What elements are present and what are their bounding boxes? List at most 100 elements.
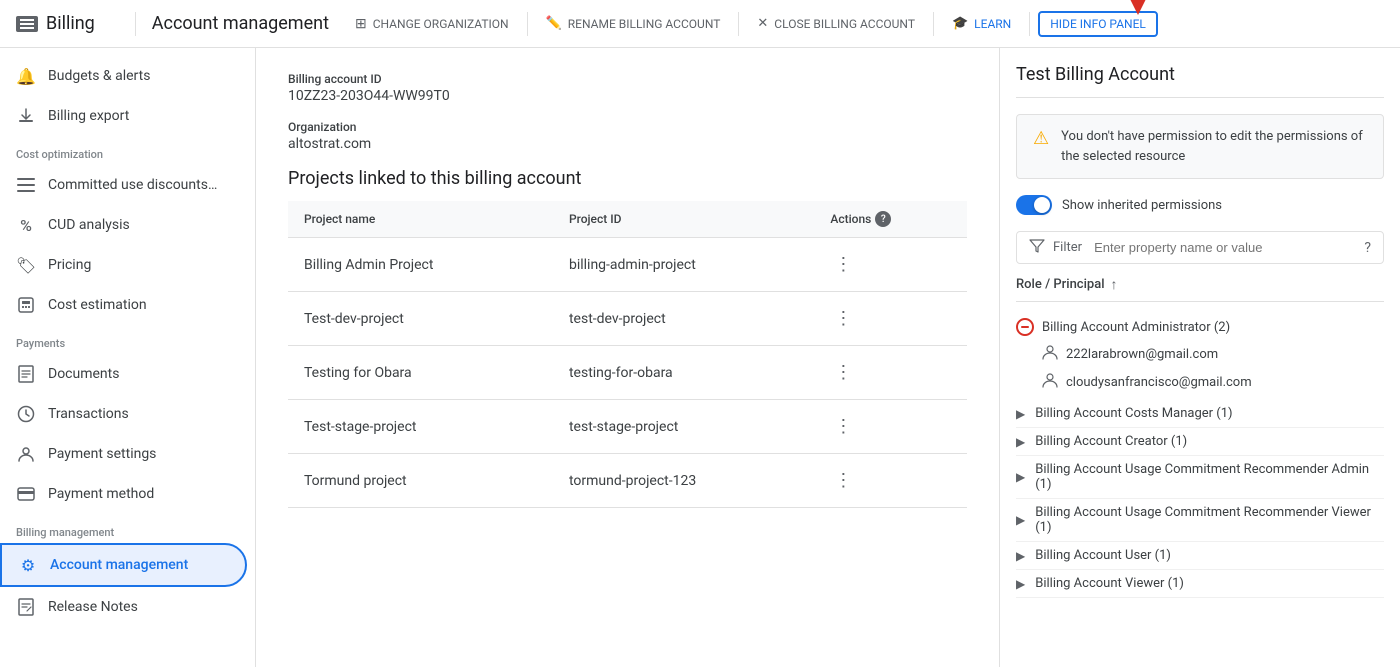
- role-billing-admin-name: Billing Account Administrator (2): [1042, 320, 1230, 335]
- sidebar-item-transactions-label: Transactions: [48, 406, 231, 422]
- role-header: Role / Principal ↑: [1016, 276, 1384, 302]
- divider-3: [933, 12, 934, 36]
- divider-4: [1029, 12, 1030, 36]
- more-options-button[interactable]: ⋮: [830, 412, 856, 441]
- card-icon: [16, 484, 36, 504]
- col-project-id: Project ID: [553, 201, 814, 238]
- section-title: Account management: [152, 13, 329, 34]
- pencil-icon: ✏️: [546, 16, 562, 31]
- sidebar-item-committed-label: Committed use discounts…: [48, 177, 231, 193]
- main-layout: 🔔 Budgets & alerts Billing export Cost o…: [0, 48, 1400, 667]
- sidebar-item-payment-settings-label: Payment settings: [48, 446, 231, 462]
- gear-icon: ⚙: [18, 555, 38, 575]
- sidebar-item-cost-estimation-label: Cost estimation: [48, 297, 231, 313]
- filter-help-icon[interactable]: ?: [1364, 240, 1371, 256]
- rename-button[interactable]: ✏️ RENAME BILLING ACCOUNT: [536, 10, 731, 37]
- table-header-row: Project name Project ID Actions ?: [288, 201, 967, 238]
- actions-cell: ⋮: [814, 238, 967, 292]
- divider: [135, 12, 136, 36]
- role-billing-usage-viewer: ▶ Billing Account Usage Commitment Recom…: [1016, 499, 1384, 542]
- learn-button[interactable]: 🎓 LEARN: [942, 10, 1021, 37]
- learn-label: LEARN: [974, 17, 1011, 31]
- project-id-cell: test-stage-project: [553, 400, 814, 454]
- sidebar-item-budgets-label: Budgets & alerts: [48, 68, 231, 84]
- billing-id-label: Billing account ID: [288, 72, 967, 86]
- more-options-button[interactable]: ⋮: [830, 466, 856, 495]
- sidebar-item-release-notes[interactable]: Release Notes: [0, 587, 247, 627]
- hide-info-panel-button[interactable]: HIDE INFO PANEL: [1038, 11, 1158, 37]
- warning-text: You don't have permission to edit the pe…: [1061, 127, 1367, 166]
- organization-value: altostrat.com: [288, 136, 967, 152]
- sidebar-item-billing-export[interactable]: Billing export: [0, 96, 247, 136]
- role-name[interactable]: Billing Account Costs Manager (1): [1035, 406, 1232, 421]
- warning-icon: ⚠: [1033, 128, 1049, 149]
- triangle-icon: ▶: [1016, 549, 1025, 563]
- sidebar-item-cud[interactable]: % CUD analysis: [0, 205, 247, 245]
- table-row: Test-stage-project test-stage-project ⋮: [288, 400, 967, 454]
- project-name-cell: Test-stage-project: [288, 400, 553, 454]
- col-actions: Actions ?: [814, 201, 967, 238]
- actions-cell: ⋮: [814, 454, 967, 508]
- sidebar-item-cost-estimation[interactable]: Cost estimation: [0, 285, 247, 325]
- sidebar-item-documents-label: Documents: [48, 366, 231, 382]
- sidebar-item-documents[interactable]: Documents: [0, 354, 247, 394]
- sidebar-item-transactions[interactable]: Transactions: [0, 394, 247, 434]
- toggle-knob: [1034, 197, 1050, 213]
- filter-input[interactable]: [1094, 240, 1356, 255]
- sidebar-item-committed[interactable]: Committed use discounts…: [0, 165, 247, 205]
- table-row: Tormund project tormund-project-123 ⋮: [288, 454, 967, 508]
- change-org-label: CHANGE ORGANIZATION: [373, 17, 509, 31]
- project-name-cell: Tormund project: [288, 454, 553, 508]
- actions-cell: ⋮: [814, 346, 967, 400]
- sidebar-item-account-management[interactable]: ⚙ Account management: [0, 543, 247, 587]
- sidebar-item-payment-method[interactable]: Payment method: [0, 474, 247, 514]
- billing-management-section-label: Billing management: [0, 514, 255, 543]
- projects-table-body: Billing Admin Project billing-admin-proj…: [288, 238, 967, 508]
- expand-line: [1021, 326, 1029, 328]
- role-name[interactable]: Billing Account Creator (1): [1035, 434, 1187, 449]
- role-name[interactable]: Billing Account Usage Commitment Recomme…: [1035, 462, 1384, 492]
- billing-icon: [16, 16, 38, 32]
- sidebar-item-cud-label: CUD analysis: [48, 217, 231, 233]
- role-billing-usage-admin: ▶ Billing Account Usage Commitment Recom…: [1016, 456, 1384, 499]
- sidebar-item-payment-settings[interactable]: Payment settings: [0, 434, 247, 474]
- role-name[interactable]: Billing Account Viewer (1): [1035, 576, 1184, 591]
- role-billing-costs-manager: ▶ Billing Account Costs Manager (1): [1016, 400, 1384, 428]
- sidebar-item-payment-method-label: Payment method: [48, 486, 231, 502]
- role-name[interactable]: Billing Account Usage Commitment Recomme…: [1035, 505, 1384, 535]
- member-row-2: cloudysanfrancisco@gmail.com: [1016, 368, 1384, 396]
- filter-row: Filter ?: [1016, 231, 1384, 264]
- triangle-icon: ▶: [1016, 513, 1025, 527]
- role-expand-icon: [1016, 318, 1034, 336]
- table-row: Test-dev-project test-dev-project ⋮: [288, 292, 967, 346]
- notes-icon: [16, 597, 36, 617]
- top-bar: Billing Account management ⊞ CHANGE ORGA…: [0, 0, 1400, 48]
- role-name[interactable]: Billing Account User (1): [1035, 548, 1171, 563]
- cost-optimization-section-label: Cost optimization: [0, 136, 255, 165]
- more-options-button[interactable]: ⋮: [830, 250, 856, 279]
- member-email-1: 222larabrown@gmail.com: [1066, 347, 1218, 362]
- divider-1: [527, 12, 528, 36]
- table-row: Testing for Obara testing-for-obara ⋮: [288, 346, 967, 400]
- close-billing-button[interactable]: ✕ CLOSE BILLING ACCOUNT: [747, 10, 925, 37]
- grid-icon: ⊞: [355, 16, 367, 32]
- sidebar-item-budgets[interactable]: 🔔 Budgets & alerts: [0, 56, 247, 96]
- organization-label: Organization: [288, 120, 967, 134]
- person-icon: [16, 444, 36, 464]
- sidebar-item-pricing[interactable]: 🏷 Pricing: [0, 245, 247, 285]
- table-row: Billing Admin Project billing-admin-proj…: [288, 238, 967, 292]
- more-options-button[interactable]: ⋮: [830, 304, 856, 333]
- change-org-button[interactable]: ⊞ CHANGE ORGANIZATION: [345, 10, 519, 38]
- filter-label: Filter: [1053, 240, 1082, 255]
- person-icon-1: [1042, 344, 1058, 364]
- actions-cell: ⋮: [814, 292, 967, 346]
- sidebar-item-billing-export-label: Billing export: [48, 108, 231, 124]
- person-icon-2: [1042, 372, 1058, 392]
- actions-help-icon[interactable]: ?: [875, 211, 891, 227]
- sort-icon[interactable]: ↑: [1111, 276, 1118, 293]
- close-billing-label: CLOSE BILLING ACCOUNT: [774, 17, 915, 31]
- role-header-label: Role / Principal: [1016, 277, 1105, 292]
- role-billing-admin-row[interactable]: Billing Account Administrator (2): [1016, 314, 1384, 340]
- more-options-button[interactable]: ⋮: [830, 358, 856, 387]
- inherited-permissions-toggle[interactable]: [1016, 195, 1052, 215]
